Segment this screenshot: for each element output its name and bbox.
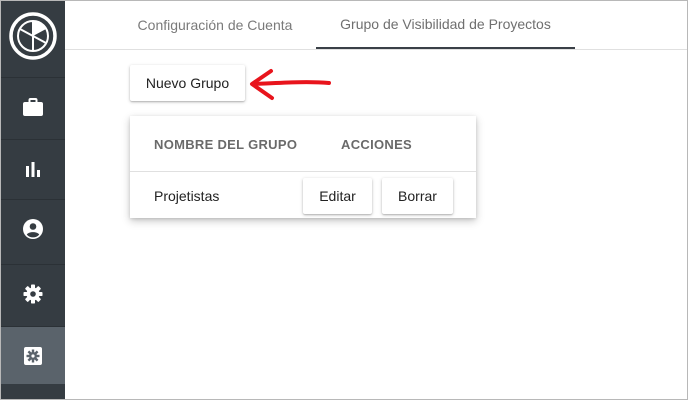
group-name-cell: Projetistas <box>154 188 220 204</box>
new-group-button[interactable]: Nuevo Grupo <box>130 65 245 101</box>
sidebar-item-projects[interactable] <box>1 77 65 135</box>
bar-chart-icon <box>26 161 40 177</box>
column-header-group-name: NOMBRE DEL GRUPO <box>154 137 298 152</box>
sidebar-item-settings-admin[interactable] <box>1 326 65 384</box>
sidebar-item-account[interactable] <box>1 199 65 257</box>
annotation-arrow-icon <box>250 69 331 100</box>
table-header: NOMBRE DEL GRUPO ACCIONES <box>130 116 476 172</box>
briefcase-icon <box>23 97 43 116</box>
gear-icon <box>23 284 43 303</box>
sidebar-item-reports[interactable] <box>1 139 65 197</box>
account-circle-icon <box>23 218 43 239</box>
tab-bar: Configuración de Cuenta Grupo de Visibil… <box>65 1 687 50</box>
column-header-actions: ACCIONES <box>341 137 413 152</box>
sidebar-item-settings[interactable] <box>1 264 65 322</box>
tab-account-settings[interactable]: Configuración de Cuenta <box>115 1 315 49</box>
logo-icon[interactable] <box>8 11 58 61</box>
sidebar <box>1 1 65 399</box>
groups-table: NOMBRE DEL GRUPO ACCIONES Projetistas Ed… <box>130 116 476 218</box>
edit-button[interactable]: Editar <box>303 178 372 214</box>
tab-project-visibility-group[interactable]: Grupo de Visibilidad de Proyectos <box>316 1 575 49</box>
settings-box-icon <box>24 346 42 365</box>
delete-button[interactable]: Borrar <box>382 178 453 214</box>
